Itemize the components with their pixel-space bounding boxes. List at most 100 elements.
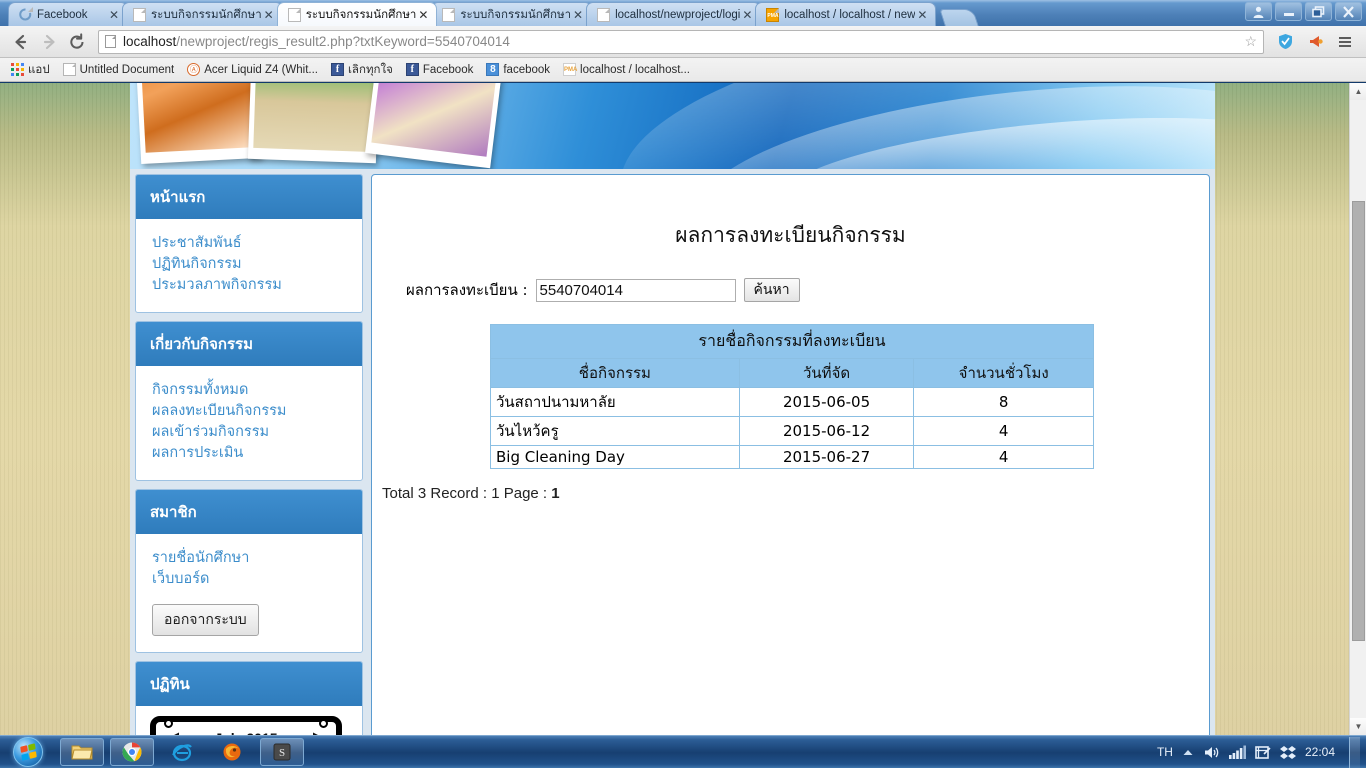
document-icon (62, 63, 76, 76)
scroll-down-icon[interactable]: ▼ (1350, 718, 1366, 735)
site-wrapper: หน้าแรก ประชาสัมพันธ์ ปฏิทินกิจกรรม ประม… (130, 83, 1215, 735)
sidebar-item-registration-results[interactable]: ผลลงทะเบียนกิจกรรม (152, 401, 346, 422)
chrome-menu-icon[interactable] (1332, 29, 1358, 55)
browser-tab-2[interactable]: ระบบกิจกรรมนักศึกษา ✕ (122, 2, 283, 26)
calendar-widget: ◀ July 2015 ▶ S M T W T (150, 716, 342, 735)
taskbar-file-explorer[interactable] (60, 738, 104, 766)
sidebar-panel-title: สมาชิก (136, 490, 362, 535)
bookmark-facebook-thai[interactable]: f เลิกทุกใจ (326, 59, 398, 81)
bookmark-acer[interactable]: Ⓐ Acer Liquid Z4 (Whit... (182, 61, 323, 78)
phpmyadmin-icon: PMA (563, 63, 577, 76)
bookmark-star-icon[interactable]: ☆ (1244, 33, 1257, 50)
table-caption: รายชื่อกิจกรรมที่ลงทะเบียน (490, 324, 1094, 359)
bookmark-apps[interactable]: แอป (6, 59, 55, 81)
bookmarks-bar: แอป Untitled Document Ⓐ Acer Liquid Z4 (… (0, 58, 1366, 82)
close-button[interactable] (1335, 2, 1362, 21)
tray-language-indicator[interactable]: TH (1157, 745, 1173, 759)
tab-title: localhost/newproject/logi (615, 8, 741, 21)
bookmark-facebook-lower[interactable]: 8 facebook (481, 61, 555, 78)
sidebar-item-pr[interactable]: ประชาสัมพันธ์ (152, 233, 346, 254)
facebook-icon: f (405, 63, 419, 76)
bookmark-phpmyadmin[interactable]: PMA localhost / localhost... (558, 61, 695, 78)
address-bar[interactable]: localhost/newproject/regis_result2.php?t… (98, 29, 1264, 54)
system-tray: TH 22:04 (1157, 736, 1366, 768)
sidebar-item-all-activities[interactable]: กิจกรรมทั้งหมด (152, 380, 346, 401)
column-header-hours: จำนวนชั่วโมง (913, 358, 1094, 388)
calendar-widget-container: ◀ July 2015 ▶ S M T W T (136, 706, 362, 735)
sidebar-item-activity-gallery[interactable]: ประมวลภาพกิจกรรม (152, 275, 346, 296)
tray-expand-icon[interactable] (1182, 748, 1194, 757)
tab-close-icon[interactable]: ✕ (571, 8, 585, 22)
tab-title: ระบบกิจกรรมนักศึกษา (151, 8, 262, 21)
record-summary: Total 3 Record : 1 Page : 1 (382, 485, 1209, 502)
tray-clock[interactable]: 22:04 (1305, 745, 1335, 759)
sidebar-panel-body: รายชื่อนักศึกษา เว็บบอร์ด ออกจากระบบ (136, 534, 362, 652)
sidebar-panel-body: กิจกรรมทั้งหมด ผลลงทะเบียนกิจกรรม ผลเข้า… (136, 366, 362, 480)
dropbox-icon[interactable] (1279, 745, 1296, 760)
browser-window: Facebook ✕ ระบบกิจกรรมนักศึกษา ✕ ระบบกิจ… (0, 0, 1366, 735)
table-caption-row: รายชื่อกิจกรรมที่ลงทะเบียน (490, 324, 1094, 359)
tab-close-icon[interactable]: ✕ (416, 8, 430, 22)
browser-tab-4[interactable]: ระบบกิจกรรมนักศึกษา ✕ (431, 2, 593, 26)
sidebar-item-webboard[interactable]: เว็บบอร์ด (152, 569, 346, 590)
sidebar-item-evaluation-results[interactable]: ผลการประเมิน (152, 443, 346, 464)
bookmark-label: Acer Liquid Z4 (Whit... (204, 63, 318, 76)
search-input[interactable] (535, 278, 736, 302)
scroll-up-icon[interactable]: ▲ (1350, 83, 1366, 100)
phpmyadmin-icon: PMA (766, 7, 780, 22)
sidebar-panel-member: สมาชิก รายชื่อนักศึกษา เว็บบอร์ด ออกจากร… (135, 489, 363, 654)
windows-taskbar: S TH 22:04 (0, 735, 1366, 768)
reload-icon[interactable] (64, 29, 90, 55)
sidebar-panel-title: ปฏิทิน (136, 662, 362, 707)
cell-hours: 4 (913, 445, 1094, 469)
sidebar-item-student-list[interactable]: รายชื่อนักศึกษา (152, 548, 346, 569)
show-desktop-button[interactable] (1349, 736, 1360, 768)
taskbar-firefox[interactable] (210, 738, 254, 766)
banner-photo-collage (134, 83, 505, 169)
tab-close-icon[interactable]: ✕ (740, 8, 754, 22)
bookmark-untitled-document[interactable]: Untitled Document (58, 61, 180, 78)
search-button[interactable]: ค้นหา (743, 278, 800, 302)
registration-results-table: รายชื่อกิจกรรมที่ลงทะเบียน ชื่อกิจกรรม ว… (490, 324, 1094, 469)
facebook-icon: f (331, 63, 344, 76)
logout-button[interactable]: ออกจากระบบ (152, 604, 259, 637)
scrollbar-thumb[interactable] (1352, 201, 1365, 641)
taskbar-snipping-tool[interactable]: S (260, 738, 304, 766)
minimize-button[interactable] (1275, 2, 1302, 21)
network-signal-icon[interactable] (1228, 745, 1246, 759)
taskbar-chrome[interactable] (110, 738, 154, 766)
cell-activity-name: วันไหว้ครู (490, 416, 740, 446)
new-tab-button[interactable] (939, 9, 980, 26)
tab-close-icon[interactable]: ✕ (262, 8, 276, 22)
browser-tab-6[interactable]: PMA localhost / localhost / new ✕ (755, 2, 937, 26)
calendar-nav: ◀ July 2015 ▶ (156, 722, 336, 735)
window-controls (1245, 2, 1362, 21)
file-explorer-icon (71, 745, 93, 760)
url-domain: localhost (123, 34, 177, 49)
bookmark-label: เลิกทุกใจ (348, 63, 393, 76)
vertical-scrollbar[interactable]: ▲ ▼ (1349, 83, 1366, 735)
banner-photo (134, 83, 262, 165)
sidebar-item-activity-calendar[interactable]: ปฏิทินกิจกรรม (152, 254, 346, 275)
action-center-icon[interactable] (1255, 745, 1271, 760)
tab-strip: Facebook ✕ ระบบกิจกรรมนักศึกษา ✕ ระบบกิจ… (0, 0, 1366, 26)
browser-tab-3-active[interactable]: ระบบกิจกรรมนักศึกษา ✕ (276, 2, 438, 26)
volume-icon[interactable] (1203, 745, 1220, 760)
page-icon (133, 7, 146, 22)
bookmark-facebook[interactable]: f Facebook (401, 61, 479, 78)
taskbar-internet-explorer[interactable] (160, 738, 204, 766)
extension-megaphone-icon[interactable] (1302, 29, 1328, 55)
browser-tab-1[interactable]: Facebook ✕ (8, 2, 128, 26)
extension-shield-icon[interactable] (1272, 29, 1298, 55)
start-button[interactable] (2, 737, 54, 768)
restore-button[interactable] (1305, 2, 1332, 21)
tab-close-icon[interactable]: ✕ (915, 8, 929, 22)
browser-tab-5[interactable]: localhost/newproject/logi ✕ (586, 2, 762, 26)
tab-close-icon[interactable]: ✕ (107, 8, 121, 22)
user-profile-icon[interactable] (1245, 2, 1272, 21)
cell-activity-name: วันสถาปนามหาลัย (490, 387, 740, 417)
back-icon[interactable] (8, 29, 34, 55)
search-label: ผลการลงทะเบียน : (406, 281, 528, 299)
cell-hours: 4 (913, 416, 1094, 446)
sidebar-item-participation-results[interactable]: ผลเข้าร่วมกิจกรรม (152, 422, 346, 443)
